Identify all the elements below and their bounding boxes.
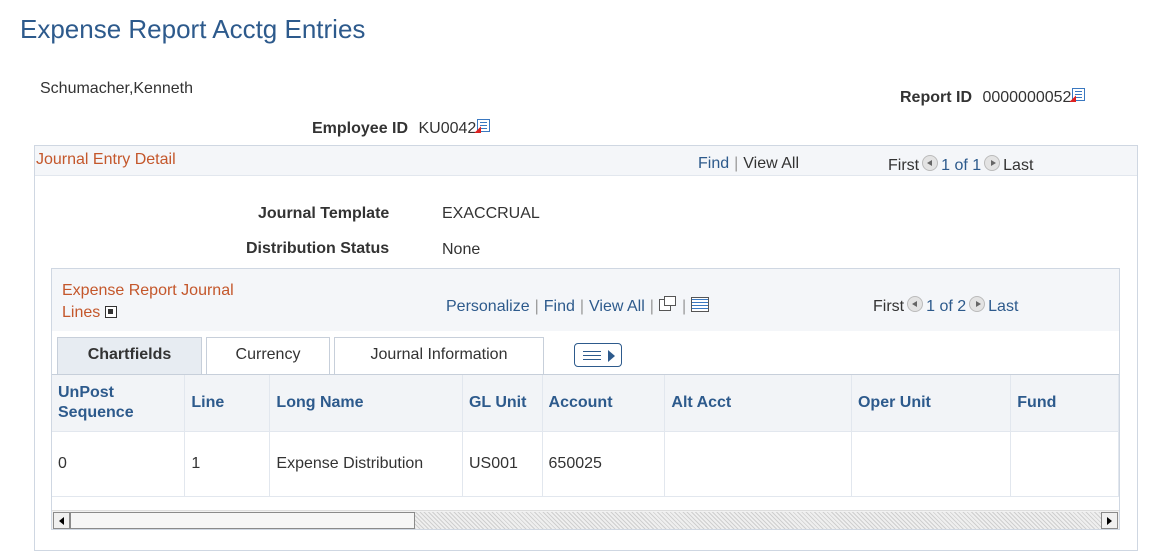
journal-entry-detail-nav: Find | View All	[698, 155, 800, 172]
tab-journal-information[interactable]: Journal Information	[334, 337, 544, 375]
view-all-link[interactable]: View All	[743, 155, 799, 172]
employee-id-label: Employee ID	[312, 120, 409, 137]
cell-fund	[1010, 431, 1119, 497]
next-row-icon[interactable]	[969, 296, 986, 312]
cell-account: 650025	[542, 431, 666, 497]
distribution-status-value: None	[442, 241, 481, 258]
journal-lines-title-line1: Expense Report Journal	[62, 282, 234, 299]
collapse-icon[interactable]	[104, 306, 117, 318]
last-link[interactable]: Last	[1003, 157, 1033, 174]
journal-lines-pager: First 1 of 2 Last	[873, 296, 1018, 316]
journal-template-label: Journal Template	[258, 205, 390, 222]
tab-currency[interactable]: Currency	[206, 337, 330, 375]
employee-name: Schumacher,Kenneth	[40, 80, 193, 97]
cell-oper-unit	[851, 431, 1012, 497]
first-link[interactable]: First	[873, 298, 904, 315]
scrollbar-thumb[interactable]	[70, 512, 415, 529]
table-header-row: UnPost Sequence Line Long Name GL Unit A…	[52, 375, 1119, 432]
col-alt-acct[interactable]: Alt Acct	[664, 375, 852, 432]
find-link[interactable]: Find	[544, 298, 575, 315]
col-oper-unit[interactable]: Oper Unit	[851, 375, 1012, 432]
col-line[interactable]: Line	[184, 375, 271, 432]
journal-lines-title: Expense Report Journal Lines	[62, 280, 234, 324]
journal-lines-table: UnPost Sequence Line Long Name GL Unit A…	[52, 375, 1119, 497]
personalize-link[interactable]: Personalize	[446, 298, 530, 315]
cell-alt-acct	[664, 431, 852, 497]
col-long-name[interactable]: Long Name	[269, 375, 463, 432]
tab-chartfields[interactable]: Chartfields	[57, 337, 202, 375]
journal-entry-detail-pager: First 1 of 1 Last	[888, 155, 1033, 175]
journal-lines-table-wrap: UnPost Sequence Line Long Name GL Unit A…	[52, 375, 1119, 497]
cell-gl-unit: US001	[462, 431, 543, 497]
report-id-label: Report ID	[900, 89, 972, 106]
col-fund[interactable]: Fund	[1010, 375, 1119, 432]
row-count: 1 of 1	[941, 157, 982, 174]
cell-long-name: Expense Distribution	[269, 431, 463, 497]
distribution-status-label: Distribution Status	[246, 240, 390, 257]
col-unpost-sequence[interactable]: UnPost Sequence	[52, 375, 186, 432]
scroll-right-icon[interactable]	[1101, 512, 1118, 529]
last-link[interactable]: Last	[988, 298, 1018, 315]
zoom-icon[interactable]	[658, 296, 677, 312]
employee-id-value: KU0042	[418, 120, 477, 137]
scroll-left-icon[interactable]	[53, 512, 70, 529]
employee-id-group: Employee ID KU0042	[312, 119, 491, 138]
col-gl-unit[interactable]: GL Unit	[462, 375, 543, 432]
report-id-value: 0000000052	[982, 89, 1072, 106]
journal-lines-nav: Personalize | Find | View All | |	[446, 296, 710, 316]
view-all-link[interactable]: View All	[589, 298, 645, 315]
col-account[interactable]: Account	[542, 375, 666, 432]
show-all-columns-icon[interactable]	[574, 343, 622, 367]
table-row: 0 1 Expense Distribution US001 650025	[52, 431, 1119, 497]
row-count: 1 of 2	[926, 298, 967, 315]
journal-lines-title-line2: Lines	[62, 304, 101, 321]
report-id-group: Report ID 0000000052	[900, 88, 1086, 107]
journal-entry-detail-title: Journal Entry Detail	[36, 151, 176, 168]
previous-row-icon[interactable]	[922, 155, 939, 171]
previous-row-icon[interactable]	[907, 296, 924, 312]
first-link[interactable]: First	[888, 157, 919, 174]
find-link[interactable]: Find	[698, 155, 729, 172]
lookup-prompt-icon[interactable]	[474, 119, 491, 134]
journal-template-value: EXACCRUAL	[442, 205, 540, 222]
horizontal-scrollbar[interactable]	[52, 510, 1119, 529]
download-grid-icon[interactable]	[691, 297, 710, 312]
page-title: Expense Report Acctg Entries	[20, 14, 366, 44]
next-row-icon[interactable]	[984, 155, 1001, 171]
lookup-prompt-icon[interactable]	[1069, 88, 1086, 103]
cell-unpost-sequence: 0	[52, 431, 186, 497]
cell-line: 1	[184, 431, 271, 497]
scrollbar-track[interactable]	[415, 512, 1101, 529]
